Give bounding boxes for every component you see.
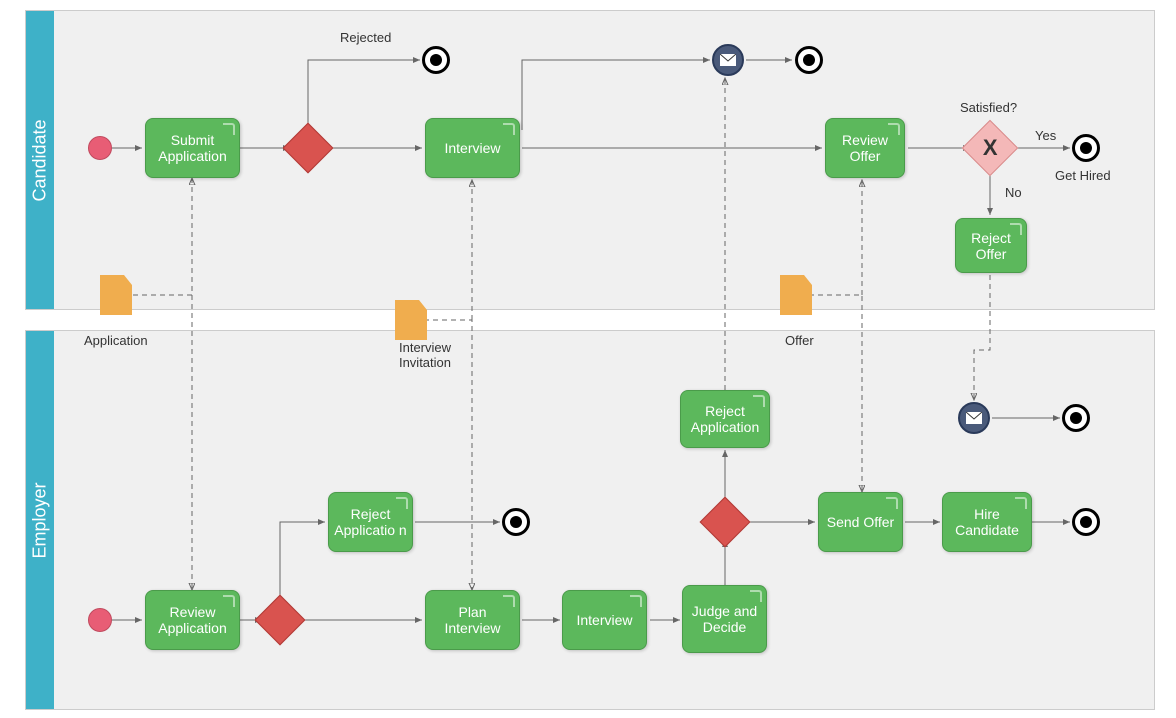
label-satisfied: Satisfied? <box>960 100 1017 115</box>
task-plan-interview: Plan Interview <box>425 590 520 650</box>
lane-label-employer: Employer <box>26 331 54 709</box>
end-event-candidate-msg <box>795 46 823 74</box>
lane-label-candidate: Candidate <box>26 11 54 309</box>
label-interview-invitation: Interview Invitation <box>390 340 460 370</box>
label-no: No <box>1005 185 1022 200</box>
label-get-hired: Get Hired <box>1055 168 1111 183</box>
end-event-hire <box>1072 508 1100 536</box>
lane-label-candidate-text: Candidate <box>30 119 51 201</box>
msg-event-candidate-1 <box>712 44 744 76</box>
label-yes: Yes <box>1035 128 1056 143</box>
label-offer: Offer <box>785 333 814 348</box>
end-event-get-hired <box>1072 134 1100 162</box>
task-reject-offer: Reject Offer <box>955 218 1027 273</box>
msg-event-employer <box>958 402 990 434</box>
doc-interview-invitation <box>395 300 427 340</box>
end-event-reject-app <box>502 508 530 536</box>
task-judge-decide: Judge and Decide <box>682 585 767 653</box>
start-event-employer <box>88 608 112 632</box>
task-hire-candidate: Hire Candidate <box>942 492 1032 552</box>
end-event-rejected <box>422 46 450 74</box>
end-event-employer-msg <box>1062 404 1090 432</box>
task-review-offer: Review Offer <box>825 118 905 178</box>
task-reject-application-e: Reject Applicatio n <box>328 492 413 552</box>
doc-application <box>100 275 132 315</box>
task-interview-employer: Interview <box>562 590 647 650</box>
task-interview-candidate: Interview <box>425 118 520 178</box>
label-application: Application <box>84 333 148 348</box>
task-review-application: Review Application <box>145 590 240 650</box>
start-event-candidate <box>88 136 112 160</box>
doc-offer <box>780 275 812 315</box>
task-send-offer: Send Offer <box>818 492 903 552</box>
lane-label-employer-text: Employer <box>30 482 51 558</box>
task-reject-application-e2: Reject Application <box>680 390 770 448</box>
task-submit-application: Submit Application <box>145 118 240 178</box>
label-rejected: Rejected <box>340 30 391 45</box>
